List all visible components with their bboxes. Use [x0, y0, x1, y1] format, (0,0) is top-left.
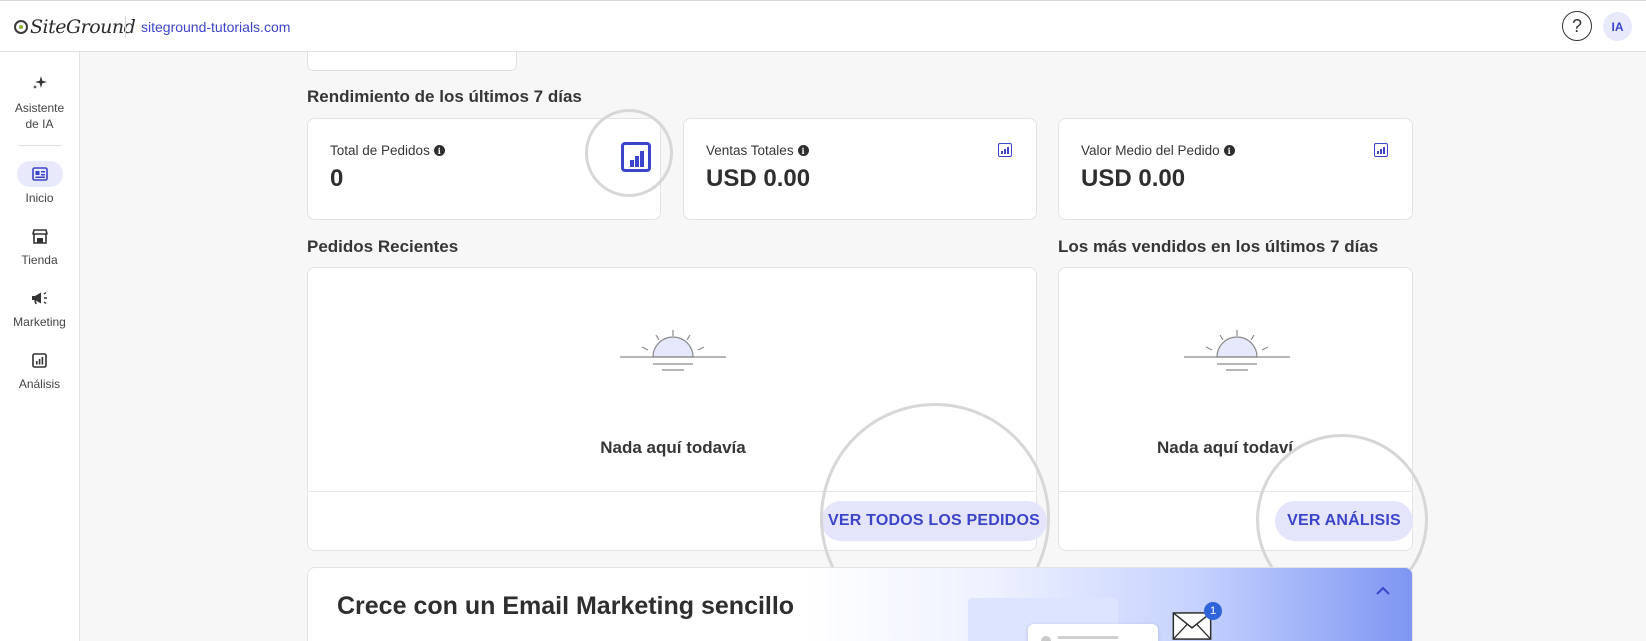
stat-label-text: Total de Pedidos	[330, 143, 430, 158]
bar	[630, 160, 634, 167]
sidebar-item-store[interactable]: Tienda	[0, 223, 79, 267]
email-marketing-banner: Crece con un Email Marketing sencillo 1	[307, 567, 1413, 641]
bar	[1001, 151, 1003, 154]
stat-label: Ventas Totales i	[706, 143, 809, 158]
avatar[interactable]: IA	[1603, 12, 1632, 41]
sidebar-item-label: Análisis	[18, 377, 61, 391]
analytics-icon[interactable]	[1374, 143, 1388, 157]
stat-label: Total de Pedidos i	[330, 143, 445, 158]
site-link[interactable]: siteground-tutorials.com	[141, 19, 290, 35]
bar	[640, 151, 644, 167]
view-analytics-button[interactable]: VER ANÁLISIS	[1275, 501, 1413, 541]
sidebar-item-label: Asistente de IA	[14, 101, 65, 131]
top-bar: SiteGround siteground-tutorials.com ? IA	[0, 0, 1646, 52]
bar	[635, 156, 639, 167]
sidebar-item-marketing[interactable]: Marketing	[0, 285, 79, 329]
megaphone-icon	[17, 285, 63, 311]
store-icon	[17, 223, 63, 249]
stat-value: USD 0.00	[706, 165, 811, 192]
stat-value: USD 0.00	[1081, 165, 1186, 192]
question-circle-icon: ?	[1571, 15, 1582, 36]
analytics-icon[interactable]	[998, 143, 1012, 157]
bar	[1380, 149, 1382, 154]
empty-state-text: Nada aquí todavía	[600, 438, 746, 457]
info-icon[interactable]: i	[797, 145, 809, 156]
banner-title: Crece con un Email Marketing sencillo	[337, 592, 795, 620]
bar	[1007, 147, 1009, 154]
analytics-icon	[17, 347, 63, 373]
best-sellers-title: Los más vendidos en los últimos 7 días	[1058, 237, 1379, 256]
view-all-orders-button[interactable]: VER TODOS LOS PEDIDOS	[821, 501, 1047, 541]
dot	[1041, 636, 1051, 641]
stat-card-total-sales: Ventas Totales i USD 0.00	[683, 118, 1037, 220]
sidebar-item-label: Marketing	[13, 315, 66, 329]
line	[1058, 636, 1118, 639]
help-button[interactable]: ?	[1562, 11, 1592, 41]
stat-label-text: Valor Medio del Pedido	[1081, 143, 1220, 158]
info-icon[interactable]: i	[433, 145, 445, 156]
chevron-up-icon[interactable]	[1376, 582, 1390, 600]
sidebar-item-label: Inicio	[25, 191, 54, 205]
sidebar: Asistente de IA Inicio Tienda Marketing …	[0, 52, 80, 641]
bar	[1377, 151, 1379, 154]
siteground-logo[interactable]: SiteGround	[14, 16, 136, 38]
bar	[1004, 149, 1006, 154]
info-icon[interactable]: i	[1223, 145, 1235, 156]
sidebar-item-home[interactable]: Inicio	[0, 161, 79, 205]
stat-card-average-order: Valor Medio del Pedido i USD 0.00	[1058, 118, 1413, 220]
performance-title: Rendimiento de los últimos 7 días	[307, 87, 582, 106]
stat-label-text: Ventas Totales	[706, 143, 794, 158]
divider	[1059, 491, 1412, 492]
sparkle-icon	[17, 70, 63, 96]
divider	[308, 491, 1036, 492]
bar	[1383, 147, 1385, 154]
divider	[125, 16, 126, 38]
stat-value: 0	[330, 165, 344, 192]
stat-label: Valor Medio del Pedido i	[1081, 143, 1235, 158]
logo-text: SiteGround	[30, 16, 136, 38]
sidebar-item-ai-assistant[interactable]: Asistente de IA	[0, 70, 79, 132]
logo-mark-icon	[14, 20, 28, 34]
sunrise-illustration-icon	[620, 330, 726, 371]
sidebar-divider	[18, 145, 62, 146]
analytics-icon[interactable]	[621, 142, 651, 172]
sunrise-illustration-icon	[1184, 330, 1290, 371]
recent-orders-title: Pedidos Recientes	[307, 237, 459, 256]
stat-card-total-orders: Total de Pedidos i 0	[307, 118, 661, 220]
partial-card	[307, 52, 517, 71]
sidebar-item-label: Tienda	[21, 253, 58, 267]
dashboard-icon	[16, 161, 63, 187]
empty-state-text: Nada aquí todaví	[1157, 438, 1294, 457]
banner-preview-card	[1028, 624, 1158, 641]
notification-badge: 1	[1204, 602, 1222, 620]
sidebar-item-analytics[interactable]: Análisis	[0, 347, 79, 391]
